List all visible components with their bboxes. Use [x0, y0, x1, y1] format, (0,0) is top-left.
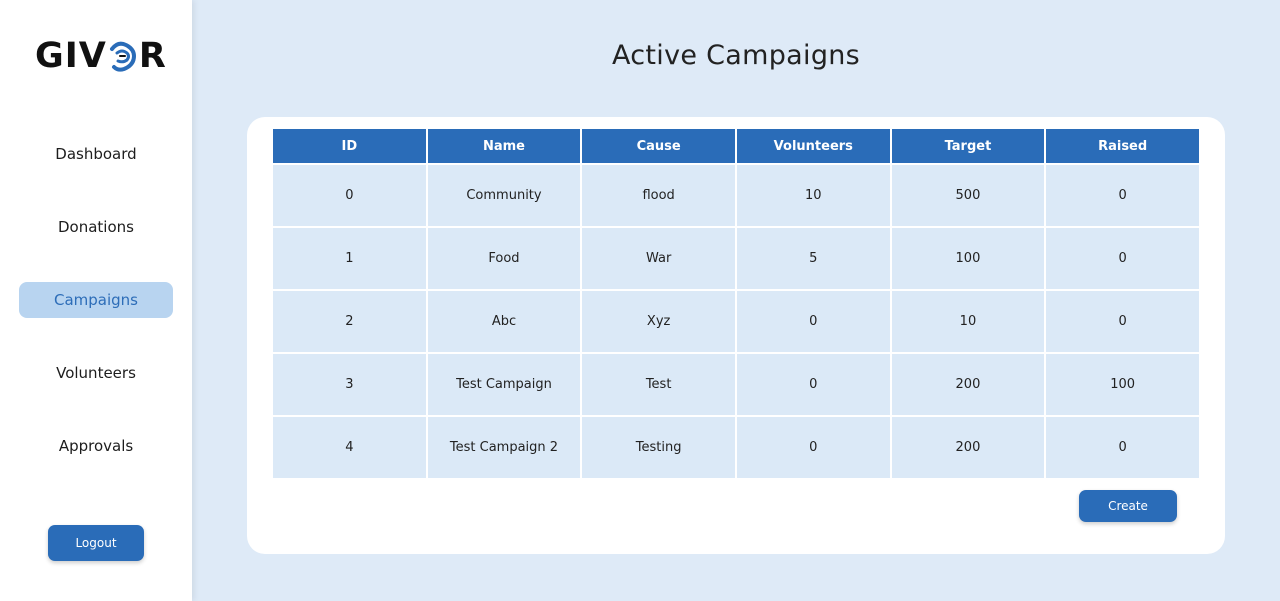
- column-header-cause: Cause: [580, 127, 737, 165]
- campaigns-table: ID Name Cause Volunteers Target Raised 0…: [271, 127, 1201, 480]
- cell-volunteers: 10: [734, 163, 892, 228]
- table-row[interactable]: 4 Test Campaign 2 Testing 0 200 0: [271, 415, 1201, 480]
- cell-raised: 100: [1044, 352, 1201, 417]
- cell-id: 2: [271, 289, 428, 354]
- column-header-volunteers: Volunteers: [734, 127, 892, 165]
- logo-text-right: R: [138, 36, 167, 76]
- page-title: Active Campaigns: [611, 40, 861, 71]
- giver-logo: GIV R: [35, 36, 167, 76]
- cell-name: Abc: [425, 289, 583, 354]
- cell-target: 100: [889, 226, 1047, 291]
- cell-cause: Testing: [580, 415, 737, 480]
- create-campaign-button[interactable]: Create: [1079, 490, 1177, 522]
- cell-id: 0: [271, 163, 428, 228]
- cell-target: 500: [889, 163, 1047, 228]
- cell-volunteers: 0: [734, 352, 892, 417]
- cell-volunteers: 0: [734, 289, 892, 354]
- logout-button[interactable]: Logout: [48, 525, 144, 561]
- cell-raised: 0: [1044, 289, 1201, 354]
- campaigns-card: ID Name Cause Volunteers Target Raised 0…: [247, 117, 1225, 554]
- sidebar-item-volunteers[interactable]: Volunteers: [19, 355, 173, 391]
- cell-raised: 0: [1044, 226, 1201, 291]
- cell-target: 10: [889, 289, 1047, 354]
- heart-hand-logo-icon: [109, 41, 136, 72]
- app-root: GIV R Dashboard Donations Campaigns Volu…: [0, 0, 1280, 601]
- table-row[interactable]: 1 Food War 5 100 0: [271, 226, 1201, 291]
- sidebar-item-campaigns[interactable]: Campaigns: [19, 282, 173, 318]
- cell-name: Food: [425, 226, 583, 291]
- cell-name: Test Campaign: [425, 352, 583, 417]
- sidebar-item-donations[interactable]: Donations: [19, 209, 173, 245]
- table-row[interactable]: 3 Test Campaign Test 0 200 100: [271, 352, 1201, 417]
- cell-id: 3: [271, 352, 428, 417]
- cell-target: 200: [889, 352, 1047, 417]
- column-header-target: Target: [889, 127, 1047, 165]
- table-row[interactable]: 0 Community flood 10 500 0: [271, 163, 1201, 228]
- cell-name: Community: [425, 163, 583, 228]
- cell-volunteers: 5: [734, 226, 892, 291]
- cell-id: 4: [271, 415, 428, 480]
- logo-text-left: GIV: [35, 36, 107, 76]
- cell-cause: Test: [580, 352, 737, 417]
- table-header-row: ID Name Cause Volunteers Target Raised: [271, 127, 1201, 165]
- column-header-name: Name: [425, 127, 583, 165]
- column-header-id: ID: [271, 127, 428, 165]
- cell-cause: War: [580, 226, 737, 291]
- column-header-raised: Raised: [1044, 127, 1201, 165]
- sidebar-item-dashboard[interactable]: Dashboard: [19, 136, 173, 172]
- table-row[interactable]: 2 Abc Xyz 0 10 0: [271, 289, 1201, 354]
- cell-target: 200: [889, 415, 1047, 480]
- cell-cause: flood: [580, 163, 737, 228]
- cell-name: Test Campaign 2: [425, 415, 583, 480]
- sidebar: GIV R Dashboard Donations Campaigns Volu…: [0, 0, 192, 601]
- cell-raised: 0: [1044, 163, 1201, 228]
- sidebar-item-approvals[interactable]: Approvals: [19, 428, 173, 464]
- cell-cause: Xyz: [580, 289, 737, 354]
- cell-id: 1: [271, 226, 428, 291]
- cell-volunteers: 0: [734, 415, 892, 480]
- cell-raised: 0: [1044, 415, 1201, 480]
